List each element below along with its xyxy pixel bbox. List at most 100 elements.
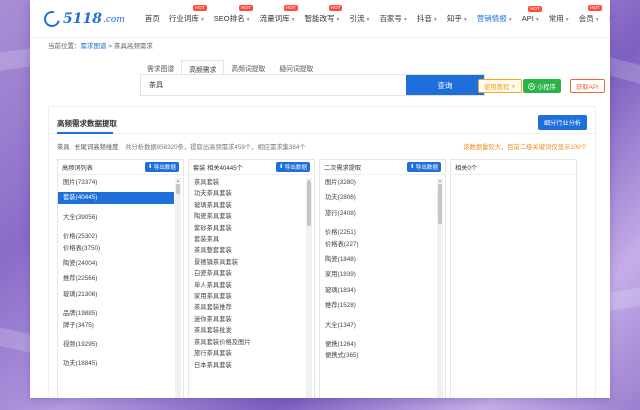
list-item[interactable]: 大全(1347) xyxy=(320,320,436,331)
nav-item-12[interactable]: 会员▼ HOT xyxy=(579,5,602,24)
nav-item-4[interactable]: 智能改写▼ HOT xyxy=(305,5,343,24)
meta-stats: 共分析数据858320条，提取出高频需求459个，相应需求集384个 xyxy=(125,144,306,151)
get-api-button[interactable]: 获取API xyxy=(570,79,605,93)
list-item[interactable]: 茶具套装批发 xyxy=(189,325,305,336)
column-3: 相关0个 xyxy=(450,159,577,398)
chevron-down-icon: ▼ xyxy=(511,83,516,89)
hot-badge: HOT xyxy=(239,5,253,11)
nav-item-7[interactable]: 抖音▼ xyxy=(417,13,438,24)
hot-badge: HOT xyxy=(284,5,298,11)
list-item[interactable]: 陶瓷茶具套装 xyxy=(189,211,305,222)
list-item[interactable]: 视频(19295) xyxy=(58,339,174,350)
nav-item-9[interactable]: 营销情报▼ xyxy=(477,13,513,24)
mini-program-icon xyxy=(528,82,535,90)
list-item[interactable]: 功夫(18845) xyxy=(58,358,174,369)
scrollbar-thumb[interactable] xyxy=(176,184,180,194)
scrollbar[interactable]: ▲▼ xyxy=(175,178,181,398)
chevron-down-icon: ▼ xyxy=(365,17,371,23)
nav-item-1[interactable]: 行业词库▼ HOT xyxy=(169,5,207,24)
chevron-down-icon: ▼ xyxy=(402,17,408,23)
breadcrumb-link[interactable]: 需求图谱 xyxy=(81,43,107,50)
list-item[interactable]: 单人茶具套装 xyxy=(189,280,305,291)
nav-item-10[interactable]: API▼ HOT xyxy=(522,6,542,23)
list-item[interactable]: 牌子(3475) xyxy=(58,320,174,331)
list-item[interactable]: 推荐(1528) xyxy=(320,300,436,311)
list-item[interactable]: 旅行茶具套装 xyxy=(189,348,305,359)
chevron-down-icon: ▼ xyxy=(534,17,540,23)
list-item[interactable]: 功夫茶具套装 xyxy=(189,188,305,199)
browser-frame: 5118 .com 首页 行业词库▼ HOT SEO排名▼ HOT 流量词库▼ HOT 智能改… xyxy=(30,0,610,398)
mini-program-button[interactable]: 小程序 xyxy=(523,79,561,93)
list-item[interactable]: 茶具套装价格及图片 xyxy=(189,337,305,348)
nav-item-3[interactable]: 流量词库▼ HOT xyxy=(260,5,298,24)
list-item[interactable]: 家用茶具套装 xyxy=(189,291,305,302)
list-item[interactable]: 套装(40445) xyxy=(58,192,174,204)
list-item[interactable]: 价格表(227) xyxy=(320,239,436,250)
nav-item-0[interactable]: 首页 xyxy=(145,13,160,24)
category-analysis-button[interactable]: 细分行业分析 xyxy=(537,115,587,130)
export-button[interactable]: ⬇ 导出数据 xyxy=(406,162,441,172)
scroll-up-icon[interactable]: ▲ xyxy=(437,178,443,183)
list-item[interactable]: 日本茶具套装 xyxy=(189,360,305,371)
nav-item-2[interactable]: SEO排名▼ HOT xyxy=(214,5,253,24)
nav-item-5[interactable]: 引流▼ xyxy=(349,13,370,24)
meta-keyword: 茶具 xyxy=(57,144,70,151)
nav-item-11[interactable]: 常用▼ xyxy=(549,13,570,24)
list-item[interactable]: 功夫(2806) xyxy=(320,192,436,203)
nav-item-8[interactable]: 知乎▼ xyxy=(447,13,468,24)
list-item[interactable]: 便携(1264) xyxy=(320,339,436,350)
tutorial-button[interactable]: 使用教程 ▼ xyxy=(478,79,522,93)
list-item[interactable]: 品牌(19885) xyxy=(58,308,174,319)
card-divider xyxy=(49,133,595,134)
scrollbar-thumb[interactable] xyxy=(307,182,311,226)
scrollbar[interactable]: ▲▼ xyxy=(306,178,312,398)
list-item[interactable]: 推荐(22566) xyxy=(58,273,174,284)
list-item[interactable]: 家用(1839) xyxy=(320,269,436,280)
list-item[interactable]: 茶具套装推荐 xyxy=(189,302,305,313)
list-item[interactable]: 玻璃茶具套装 xyxy=(189,200,305,211)
breadcrumb-current: 茶具高频需求 xyxy=(113,43,153,50)
list-item[interactable]: 紫砂茶具套装 xyxy=(189,223,305,234)
list-item[interactable]: 图片(3280) xyxy=(320,177,436,188)
list-item[interactable]: 旅行(2408) xyxy=(320,208,436,219)
breadcrumb: 当前位置：需求图谱 > 茶具高频需求 xyxy=(48,43,153,50)
logo-mark-icon xyxy=(41,7,63,30)
list-item[interactable]: 价格(2251) xyxy=(320,227,436,238)
list-item[interactable]: 玻璃(21306) xyxy=(58,289,174,300)
export-button[interactable]: ⬇ 导出数据 xyxy=(275,162,310,172)
chevron-down-icon: ▼ xyxy=(335,17,341,23)
list-item[interactable]: 陶瓷(1848) xyxy=(320,254,436,265)
search-input[interactable] xyxy=(141,75,406,95)
scroll-up-icon[interactable]: ▲ xyxy=(175,178,181,183)
list-item[interactable]: 茶具整套套装 xyxy=(189,245,305,256)
column-title: 二次需求提取 xyxy=(324,164,362,172)
card-title-underline xyxy=(57,132,113,134)
list-item[interactable]: 价格(25302) xyxy=(58,231,174,242)
list-item[interactable]: 玻璃(1834) xyxy=(320,285,436,296)
scrollbar-thumb[interactable] xyxy=(438,184,442,224)
download-icon: ⬇ xyxy=(147,164,153,170)
list-item[interactable]: 景德镇茶具套装 xyxy=(189,257,305,268)
list-item[interactable]: 迷你茶具套装 xyxy=(189,314,305,325)
list-item[interactable]: 价格表(3750) xyxy=(58,243,174,254)
nav-item-6[interactable]: 百家号▼ xyxy=(379,13,407,24)
keyword-list: 图片(73374) 套装(40445) 大全(39056) 价格(25302) 价格表(… xyxy=(58,177,174,370)
chevron-down-icon: ▼ xyxy=(564,17,570,23)
list-item[interactable]: 茶具套装 xyxy=(189,177,305,188)
chevron-down-icon: ▼ xyxy=(290,17,296,23)
list-item[interactable]: 图片(73374) xyxy=(58,177,174,188)
list-item[interactable]: 大全(39056) xyxy=(58,212,174,223)
export-button[interactable]: ⬇ 导出数据 xyxy=(144,162,179,172)
keyword-list: 茶具套装 功夫茶具套装 玻璃茶具套装 陶瓷茶具套装 紫砂茶具套装 套装茶具 茶具整套套装 景德… xyxy=(189,177,305,371)
list-item[interactable]: 陶瓷(24004) xyxy=(58,258,174,269)
column-title: 套装 相关40445个 xyxy=(193,164,243,172)
list-item[interactable]: 便携式(365) xyxy=(320,350,436,361)
column-title: 高频词列表 xyxy=(62,164,93,172)
list-item[interactable]: 套装茶具 xyxy=(189,234,305,245)
columns-area: 高频词列表 ⬇ 导出数据图片(73374) 套装(40445) 大全(39056) 价格(… xyxy=(57,159,577,398)
scrollbar[interactable]: ▲▼ xyxy=(437,178,443,398)
chevron-down-icon: ▼ xyxy=(245,17,251,23)
list-item[interactable]: 白瓷茶具套装 xyxy=(189,268,305,279)
site-logo[interactable]: 5118 .com xyxy=(41,7,125,30)
search-button[interactable]: 查询 xyxy=(406,75,484,95)
